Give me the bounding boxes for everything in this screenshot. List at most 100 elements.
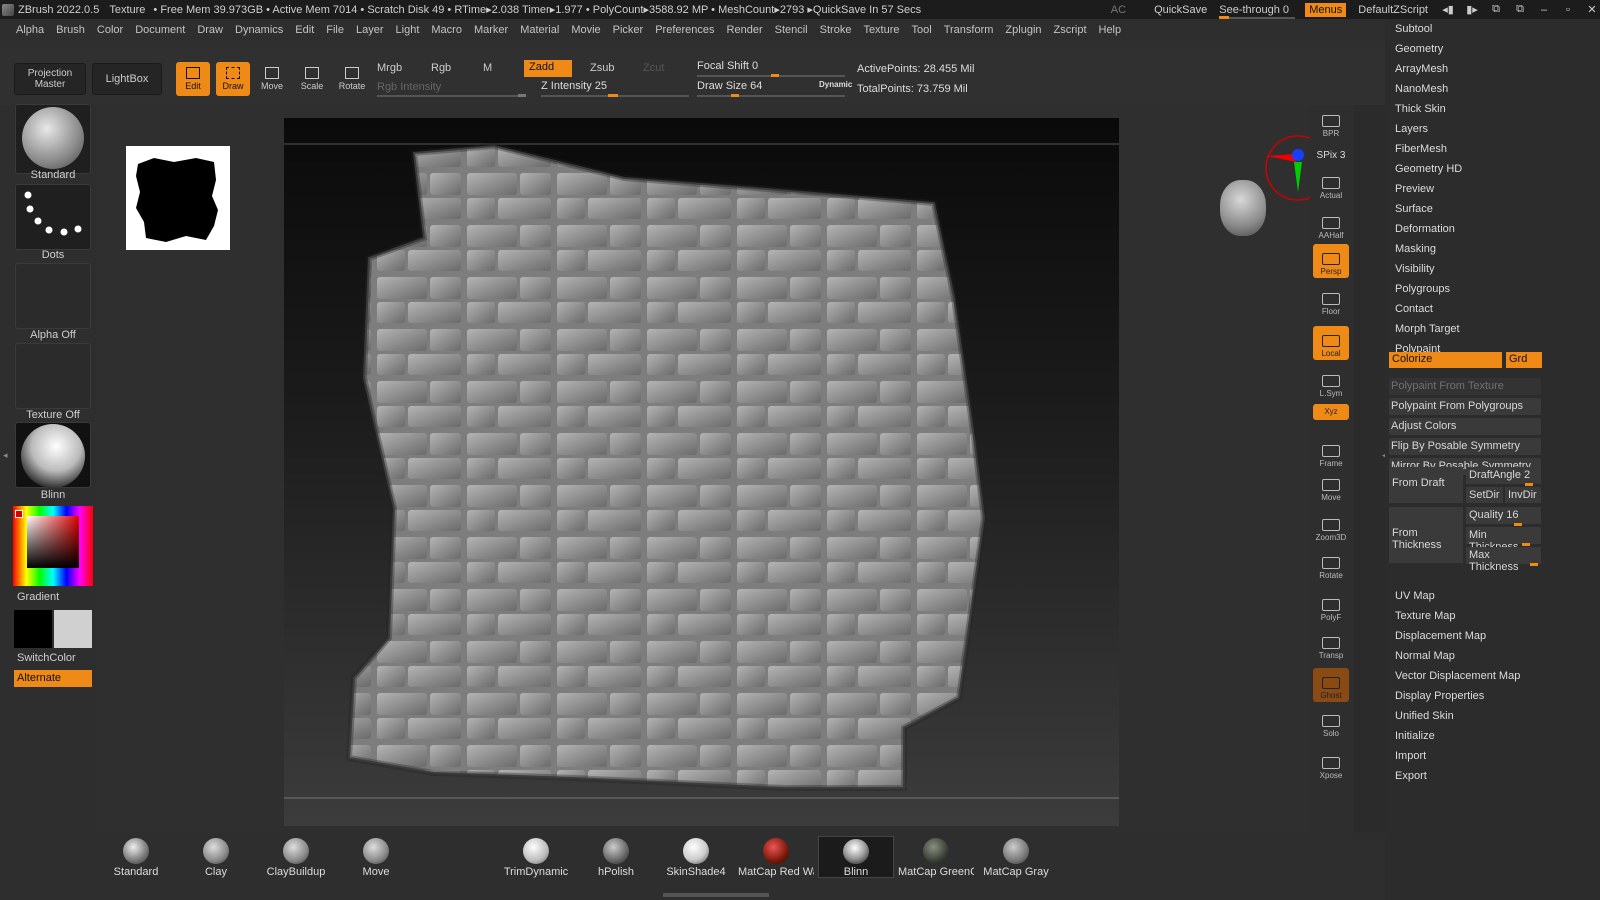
menu-material[interactable]: Material xyxy=(520,24,559,36)
brush-claybuildup-button[interactable]: ClayBuildup xyxy=(258,836,334,878)
close-icon[interactable]: ✕ xyxy=(1584,3,1600,16)
adjust-colors-button[interactable]: Adjust Colors xyxy=(1389,418,1541,435)
flip-by-posable-symmetry-button[interactable]: Flip By Posable Symmetry xyxy=(1389,438,1541,455)
dynamic-toggle[interactable]: Dynamic xyxy=(819,80,852,89)
tool-morph-target[interactable]: Morph Target xyxy=(1395,323,1460,335)
invdir-button[interactable]: InvDir xyxy=(1505,487,1541,503)
tool-subtool[interactable]: Subtool xyxy=(1395,23,1432,35)
color-picker[interactable] xyxy=(13,506,93,586)
layout-left-icon[interactable]: ◂▮ xyxy=(1440,3,1456,16)
primary-color-swatch[interactable] xyxy=(14,610,52,648)
tool-texture-map[interactable]: Texture Map xyxy=(1395,610,1456,622)
color-sv-square[interactable] xyxy=(27,516,79,568)
min-thickness-slider[interactable]: Min Thickness xyxy=(1466,527,1541,553)
tool-fibermesh[interactable]: FiberMesh xyxy=(1395,143,1447,155)
edit-button[interactable]: Edit xyxy=(176,62,210,96)
bpr-button[interactable]: BPR xyxy=(1313,106,1349,140)
lsym-button[interactable]: L.Sym xyxy=(1313,366,1349,400)
move-button[interactable]: Move xyxy=(1313,470,1349,504)
draw-size-slider[interactable]: Draw Size 64 xyxy=(697,80,762,92)
menu-stencil[interactable]: Stencil xyxy=(775,24,808,36)
texture-selector[interactable] xyxy=(15,343,91,409)
quicksave-button[interactable]: QuickSave xyxy=(1150,4,1211,16)
tool-import[interactable]: Import xyxy=(1395,750,1426,762)
tool-export[interactable]: Export xyxy=(1395,770,1427,782)
aahalf-button[interactable]: AAHalf xyxy=(1313,208,1349,242)
material-blinn-button[interactable]: Blinn xyxy=(818,836,894,878)
material-matcap-greencl-button[interactable]: MatCap GreenCl xyxy=(898,836,974,878)
actual-button[interactable]: Actual xyxy=(1313,168,1349,202)
polypaint-from-polygroups-button[interactable]: Polypaint From Polygroups xyxy=(1389,398,1541,415)
zoom3d-button[interactable]: Zoom3D xyxy=(1313,510,1349,544)
lightbox-button[interactable]: LightBox xyxy=(92,63,162,95)
menu-color[interactable]: Color xyxy=(97,24,123,36)
zadd-button[interactable]: Zadd xyxy=(524,60,572,77)
menu-zplugin[interactable]: Zplugin xyxy=(1005,24,1041,36)
tool-polygroups[interactable]: Polygroups xyxy=(1395,283,1450,295)
alternate-button[interactable]: Alternate xyxy=(14,670,92,687)
draw-button[interactable]: Draw xyxy=(216,62,250,96)
tool-visibility[interactable]: Visibility xyxy=(1395,263,1435,275)
left-collapse-icon[interactable]: ◂ xyxy=(3,450,8,466)
menu-preferences[interactable]: Preferences xyxy=(655,24,714,36)
menu-alpha[interactable]: Alpha xyxy=(16,24,44,36)
menu-texture[interactable]: Texture xyxy=(863,24,899,36)
xyz-button[interactable]: Xyz xyxy=(1313,404,1349,420)
menu-light[interactable]: Light xyxy=(396,24,420,36)
tool-initialize[interactable]: Initialize xyxy=(1395,730,1435,742)
menu-marker[interactable]: Marker xyxy=(474,24,508,36)
rgb-button[interactable]: Rgb xyxy=(431,62,451,74)
tool-layers[interactable]: Layers xyxy=(1395,123,1428,135)
menu-help[interactable]: Help xyxy=(1099,24,1122,36)
switch-color-button[interactable]: SwitchColor xyxy=(17,652,93,664)
menu-tool[interactable]: Tool xyxy=(912,24,932,36)
tool-geometry[interactable]: Geometry xyxy=(1395,43,1443,55)
tool-unified-skin[interactable]: Unified Skin xyxy=(1395,710,1454,722)
frame-button[interactable]: Frame xyxy=(1313,436,1349,470)
material-skinshade4-button[interactable]: SkinShade4 xyxy=(658,836,734,878)
brush-clay-button[interactable]: Clay xyxy=(178,836,254,878)
zcut-button[interactable]: Zcut xyxy=(643,62,664,74)
local-button[interactable]: Local xyxy=(1313,326,1349,360)
setdir-button[interactable]: SetDir xyxy=(1466,487,1503,503)
tool-masking[interactable]: Masking xyxy=(1395,243,1436,255)
spix-slider[interactable]: SPix 3 xyxy=(1313,150,1349,164)
tool-contact[interactable]: Contact xyxy=(1395,303,1433,315)
m-button[interactable]: M xyxy=(483,62,492,74)
tool-thick-skin[interactable]: Thick Skin xyxy=(1395,103,1446,115)
tool-surface[interactable]: Surface xyxy=(1395,203,1433,215)
gradient-label[interactable]: Gradient xyxy=(17,591,93,603)
menus-toggle[interactable]: Menus xyxy=(1305,2,1347,17)
rgb-intensity-slider[interactable]: Rgb Intensity xyxy=(377,81,441,93)
material-selector[interactable] xyxy=(15,422,91,488)
tool-arraymesh[interactable]: ArrayMesh xyxy=(1395,63,1448,75)
grd-button[interactable]: Grd xyxy=(1506,352,1542,368)
menu-macro[interactable]: Macro xyxy=(431,24,462,36)
quality-slider[interactable]: Quality 16 xyxy=(1466,507,1541,524)
draft-angle-slider[interactable]: DraftAngle 2 xyxy=(1466,467,1541,484)
minimize-icon[interactable]: – xyxy=(1536,4,1552,16)
tool-uv-map[interactable]: UV Map xyxy=(1395,590,1435,602)
layout-right-icon[interactable]: ▮▸ xyxy=(1464,3,1480,16)
menu-picker[interactable]: Picker xyxy=(613,24,644,36)
z-intensity-slider[interactable]: Z Intensity 25 xyxy=(541,80,607,92)
mrgb-button[interactable]: Mrgb xyxy=(377,62,402,74)
tool-displacement-map[interactable]: Displacement Map xyxy=(1395,630,1486,642)
polyf-button[interactable]: PolyF xyxy=(1313,590,1349,624)
material-matcap-red-wax-button[interactable]: MatCap Red Wax xyxy=(738,836,814,878)
scale-button[interactable]: Scale xyxy=(295,62,329,96)
tool-normal-map[interactable]: Normal Map xyxy=(1395,650,1455,662)
material-trimdynamic-button[interactable]: TrimDynamic xyxy=(498,836,574,878)
xpose-button[interactable]: Xpose xyxy=(1313,748,1349,782)
menu-edit[interactable]: Edit xyxy=(295,24,314,36)
polypaint-from-texture-button[interactable]: Polypaint From Texture xyxy=(1389,378,1541,395)
menu-stroke[interactable]: Stroke xyxy=(820,24,852,36)
menu-layer[interactable]: Layer xyxy=(356,24,384,36)
tool-vector-displacement-map[interactable]: Vector Displacement Map xyxy=(1395,670,1520,682)
menu-draw[interactable]: Draw xyxy=(197,24,223,36)
from-draft-button[interactable]: From Draft xyxy=(1389,467,1463,503)
colorize-button[interactable]: Colorize xyxy=(1389,352,1502,368)
menu-transform[interactable]: Transform xyxy=(944,24,994,36)
move-button[interactable]: Move xyxy=(255,62,289,96)
ac-button[interactable]: AC xyxy=(1107,4,1130,16)
